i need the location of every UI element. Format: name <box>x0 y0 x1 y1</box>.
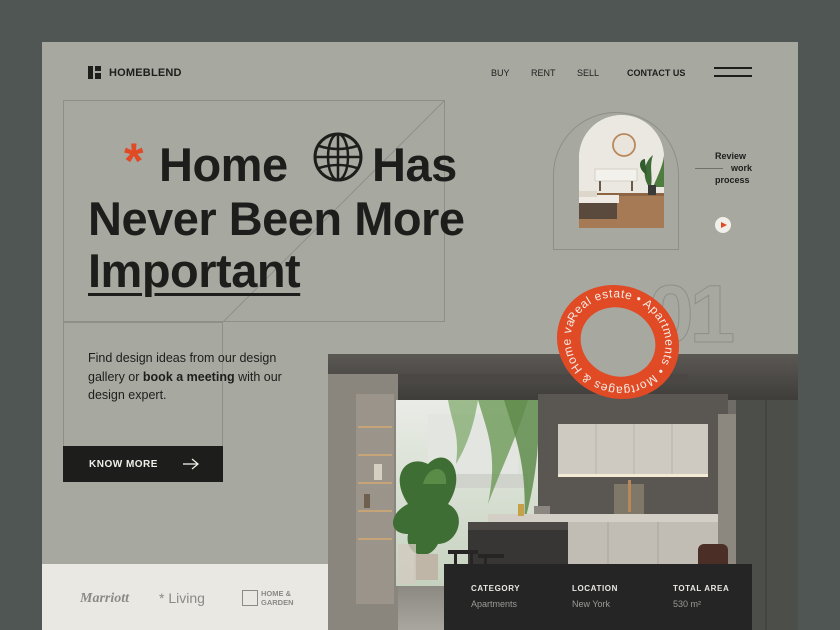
brand-hg-line1: HOME & <box>261 589 291 598</box>
home-garden-logo-icon <box>242 590 258 606</box>
review-label-3: process <box>715 175 750 185</box>
logo-icon <box>88 66 101 79</box>
nav-contact-us[interactable]: CONTACT US <box>627 68 685 78</box>
nav-rent[interactable]: RENT <box>531 68 556 78</box>
bedroom-photo[interactable] <box>579 115 664 228</box>
brand-marriott: Marriott <box>80 591 130 606</box>
headline-line-2: Never Been More <box>88 192 465 245</box>
category-value: Apartments <box>471 599 518 609</box>
logo[interactable]: HOMEBLEND <box>88 66 182 79</box>
property-info-bar: CATEGORY Apartments LOCATION New York TO… <box>444 564 752 630</box>
globe-icon <box>313 132 363 182</box>
brand-logos: Marriott * Living HOME & GARDEN <box>42 564 328 630</box>
book-meeting-link[interactable]: book a meeting <box>143 370 235 384</box>
area-value: 530 m² <box>673 599 702 609</box>
know-more-button[interactable]: KNOW MORE <box>63 446 223 482</box>
review-label-1: Review <box>715 151 747 161</box>
info-category: CATEGORY Apartments <box>471 584 520 609</box>
info-location: LOCATION New York <box>572 584 618 609</box>
nav-sell[interactable]: SELL <box>577 68 599 78</box>
play-icon[interactable] <box>715 217 731 233</box>
brand-hg-line2: GARDEN <box>261 598 294 607</box>
asterisk-icon: * <box>124 133 144 189</box>
headline-word-has: Has <box>372 138 457 191</box>
info-total-area: TOTAL AREA 530 m² <box>673 584 729 609</box>
area-label: TOTAL AREA <box>673 584 730 593</box>
brand-living: * Living <box>159 590 205 606</box>
menu-icon[interactable] <box>714 67 752 79</box>
know-more-label: KNOW MORE <box>89 458 158 470</box>
location-value: New York <box>572 599 611 609</box>
services-badge[interactable]: Real estate • Apartments • Mortgages & H… <box>542 278 692 408</box>
logo-text: HOMEBLEND <box>109 66 182 79</box>
arrow-right-icon <box>183 458 199 470</box>
hero-description: Find design ideas from our design galler… <box>88 349 288 405</box>
headline-word-home: Home <box>159 138 288 191</box>
location-label: LOCATION <box>572 584 618 593</box>
brand-home-garden: HOME & GARDEN <box>261 589 294 607</box>
category-label: CATEGORY <box>471 584 521 593</box>
hero-card: HOMEBLEND BUY RENT SELL CONTACT US * Hom… <box>42 42 798 630</box>
nav-buy[interactable]: BUY <box>491 68 510 78</box>
headline-line-3: Important <box>88 244 301 297</box>
review-divider <box>695 168 723 169</box>
brand-living-text: Living <box>168 590 205 606</box>
